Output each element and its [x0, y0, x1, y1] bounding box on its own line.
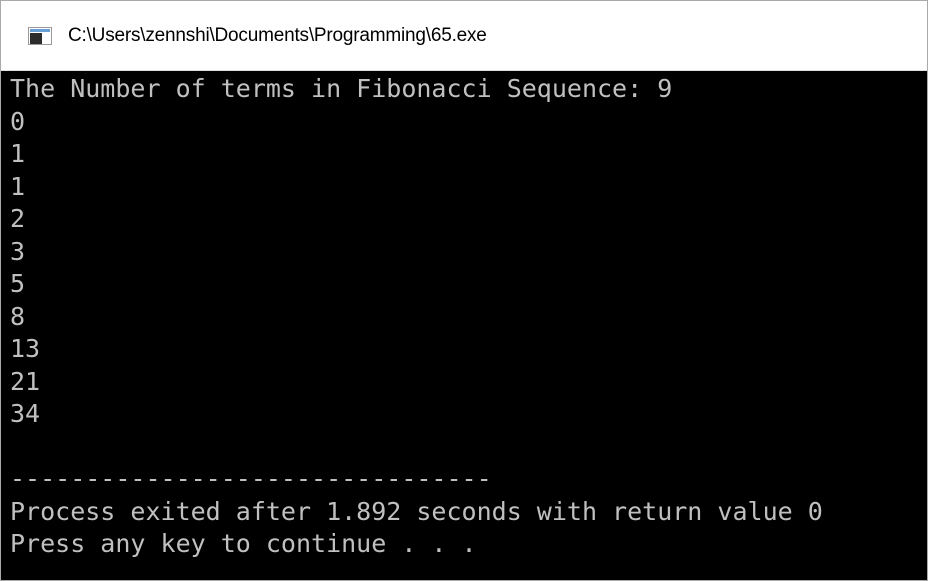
separator-line: -------------------------------- [10, 464, 492, 493]
output-line: 5 [10, 269, 26, 298]
output-line: 34 [10, 399, 41, 428]
output-line: 2 [10, 204, 26, 233]
prompt-line: The Number of terms in Fibonacci Sequenc… [10, 74, 673, 103]
output-line: 3 [10, 236, 26, 266]
output-line: 8 [10, 301, 26, 331]
window-title: C:\Users\zennshi\Documents\Programming\6… [68, 24, 487, 46]
console-output[interactable]: The Number of terms in Fibonacci Sequenc… [1, 71, 927, 580]
console-window-icon[interactable] [28, 26, 52, 45]
output-line: 1 [10, 171, 26, 201]
exit-message: Process exited after 1.892 seconds with … [10, 496, 823, 526]
continue-message: Press any key to continue . . . [10, 529, 477, 558]
output-line: 21 [10, 366, 41, 396]
output-line: 1 [10, 139, 26, 168]
output-line: 0 [10, 106, 26, 136]
title-bar[interactable]: C:\Users\zennshi\Documents\Programming\6… [1, 1, 927, 71]
console-window: C:\Users\zennshi\Documents\Programming\6… [0, 0, 928, 581]
output-line: 13 [10, 334, 41, 363]
